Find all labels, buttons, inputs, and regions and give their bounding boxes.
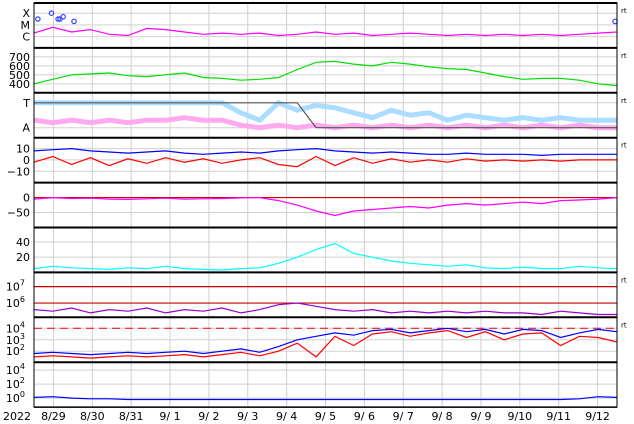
tick-exponent: 4 [20, 320, 25, 329]
x-tick-label: 9/ 4 [276, 410, 297, 423]
panel-electron-flux: 107106 rt [6, 271, 627, 318]
tick-exponent: 7 [20, 279, 25, 288]
x-tick-label: 8/30 [80, 410, 105, 423]
rt-marker: rt [621, 142, 627, 150]
y-tick-label: 100 [6, 390, 25, 405]
x-tick-label: 9/11 [546, 410, 571, 423]
flare-marker [71, 18, 77, 25]
tick-exponent: 6 [20, 295, 25, 304]
y-tick-label: 0 [23, 192, 30, 205]
rt-marker: rt [621, 52, 627, 60]
y-tick-label: 102 [6, 343, 25, 358]
tick-exponent: 4 [20, 362, 25, 371]
y-tick-label: 102 [6, 376, 25, 391]
x-tick-label: 9/ 2 [198, 410, 219, 423]
panel-particle-flux: 104102100 [6, 361, 618, 408]
x-tick-label: 8/31 [119, 410, 144, 423]
x-year-label: 2022 [3, 410, 31, 423]
tick-exponent: 0 [20, 390, 25, 399]
y-tick-label: −50 [7, 207, 30, 220]
space-weather-chart: XMCrt700600500400rtTArt100−10rt0−5040201… [3, 2, 627, 423]
tick-exponent: 2 [20, 343, 25, 352]
rt-marker: rt [621, 321, 627, 329]
panel-dst: 0−50 [7, 181, 618, 229]
x-tick-label: 9/12 [585, 410, 610, 423]
x-tick-label: 9/ 6 [354, 410, 375, 423]
x-tick-label: 9/ 3 [237, 410, 258, 423]
y-tick-label: C [22, 31, 30, 44]
y-tick-label: 106 [6, 295, 25, 310]
y-tick-label: 20 [16, 251, 30, 264]
x-tick-label: 9/ 5 [315, 410, 336, 423]
x-tick-label: 9/10 [507, 410, 532, 423]
rt-marker: rt [621, 7, 627, 15]
panel-imf: 100−10rt [7, 136, 627, 184]
panel-solar-wind-speed: 700600500400rt [9, 46, 627, 94]
x-tick-label: 8/29 [41, 410, 66, 423]
panel-ae: 4020 [16, 226, 618, 273]
panel-imf-sector: TArt [22, 91, 627, 139]
x-tick-label: 9/ 9 [470, 410, 491, 423]
panel-proton-flux: 104103102rt [6, 316, 627, 363]
tick-exponent: 3 [20, 332, 25, 341]
y-tick-label: T [22, 97, 30, 110]
y-tick-label: 400 [9, 78, 30, 91]
y-tick-label: 107 [6, 279, 25, 294]
panel-xray: XMCrt [21, 2, 627, 49]
rt-marker: rt [621, 276, 627, 284]
flare-marker [35, 16, 41, 22]
y-tick-label: 40 [16, 236, 30, 249]
y-tick-label: −10 [7, 165, 30, 178]
flare-marker [60, 13, 66, 20]
rt-marker: rt [621, 97, 627, 105]
y-tick-label: 104 [6, 362, 25, 377]
tick-exponent: 2 [20, 376, 25, 385]
x-tick-label: 9/ 8 [431, 410, 452, 423]
y-tick-label: A [22, 122, 30, 135]
x-tick-label: 9/ 7 [393, 410, 414, 423]
x-tick-label: 9/ 1 [159, 410, 180, 423]
